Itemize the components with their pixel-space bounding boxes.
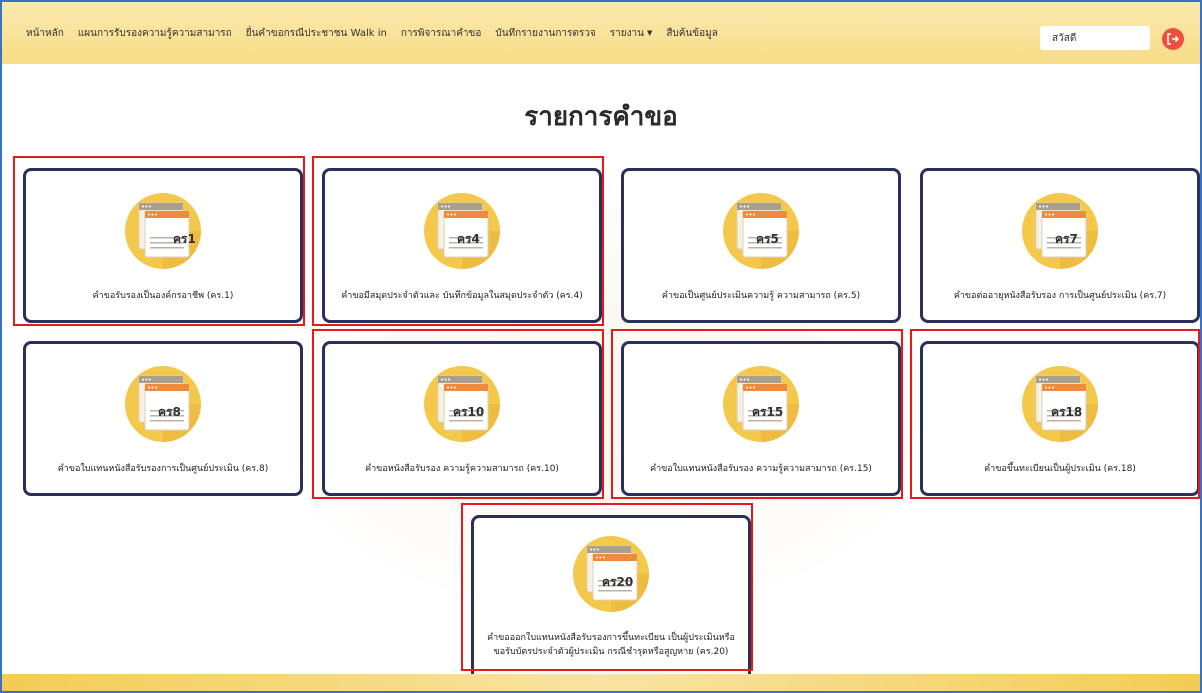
request-card-kr10[interactable]: คร10 คำขอหนังสือรับรอง ความรู้ความสามารถ… bbox=[322, 341, 602, 496]
nav-home[interactable]: หน้าหลัก bbox=[26, 26, 64, 41]
request-card-kr5[interactable]: คร5 คำขอเป็นศูนย์ประเมินความรู้ ความสามา… bbox=[621, 168, 901, 323]
nav-search-data[interactable]: สืบค้นข้อมูล bbox=[666, 26, 718, 41]
card-label: คำขอออกใบแทนหนังสือรับรองการขึ้นทะเบียน … bbox=[487, 633, 735, 657]
card-label: คำขอใบแทนหนังสือรับรองการเป็นศูนย์ประเมิ… bbox=[57, 464, 269, 474]
card-code: คร5 bbox=[756, 232, 779, 246]
request-card-kr20[interactable]: คร20 คำขอออกใบแทนหนังสือรับรองการขึ้นทะเ… bbox=[471, 515, 751, 683]
app-frame: หน้าหลัก แผนการรับรองความรู้ความสามารถ ย… bbox=[0, 0, 1202, 693]
card-code: คร10 bbox=[453, 405, 485, 419]
card-label: คำขอต่ออายุหนังสือรับรอง การเป็นศูนย์ประ… bbox=[953, 291, 1167, 301]
request-card-kr8[interactable]: คร8 คำขอใบแทนหนังสือรับรองการเป็นศูนย์ปร… bbox=[23, 341, 303, 496]
request-card-kr1[interactable]: คร1 คำขอรับรองเป็นองค์กรอาชีพ (คร.1) bbox=[23, 168, 303, 323]
card-label: คำขอหนังสือรับรอง ความรู้ความสามารถ (คร.… bbox=[365, 464, 559, 474]
card-code: คร18 bbox=[1051, 405, 1083, 419]
request-card-kr7[interactable]: คร7 คำขอต่ออายุหนังสือรับรอง การเป็นศูนย… bbox=[920, 168, 1200, 323]
card-label: คำขอเป็นศูนย์ประเมินความรู้ ความสามารถ (… bbox=[661, 291, 861, 301]
card-code: คร4 bbox=[457, 232, 480, 246]
request-card-kr15[interactable]: คร15 คำขอใบแทนหนังสือรับรอง ความรู้ความส… bbox=[621, 341, 901, 496]
nav-reports-dropdown[interactable]: รายงาน ▼ bbox=[610, 26, 653, 41]
footer-bar bbox=[2, 674, 1200, 691]
card-label: คำขอใบแทนหนังสือรับรอง ความรู้ความสามารถ… bbox=[650, 464, 872, 474]
main-content: รายการคำขอ คร1 คำขอรับรองเป็นองค์กรอาชีพ… bbox=[2, 64, 1200, 683]
card-code: คร1 bbox=[173, 232, 196, 246]
user-greeting[interactable]: สวัสดี bbox=[1040, 26, 1150, 50]
top-navbar: หน้าหลัก แผนการรับรองความรู้ความสามารถ ย… bbox=[2, 2, 1200, 64]
nav-inspection-report[interactable]: บันทึกรายงานการตรวจ bbox=[495, 26, 595, 41]
card-label: คำขอมีสมุดประจำตัวและ บันทึกข้อมูลในสมุด… bbox=[341, 291, 583, 301]
nav-certification-plan[interactable]: แผนการรับรองความรู้ความสามารถ bbox=[78, 26, 232, 41]
card-label: คำขอรับรองเป็นองค์กรอาชีพ (คร.1) bbox=[92, 291, 234, 301]
card-code: คร7 bbox=[1055, 232, 1078, 246]
page-title: รายการคำขอ bbox=[524, 102, 678, 132]
nav-request-review[interactable]: การพิจารณาคำขอ bbox=[401, 26, 482, 41]
nav-walk-in-request[interactable]: ยื่นคำขอกรณีประชาชน Walk in bbox=[246, 26, 387, 41]
card-label: คำขอขึ้นทะเบียนเป็นผู้ประเมิน (คร.18) bbox=[984, 464, 1136, 474]
chevron-down-icon: ▼ bbox=[646, 29, 653, 37]
logout-icon bbox=[1167, 33, 1180, 45]
card-code: คร15 bbox=[752, 405, 784, 419]
nav-reports-label: รายงาน bbox=[609, 27, 644, 39]
logout-button[interactable] bbox=[1162, 28, 1184, 50]
request-card-kr4[interactable]: คร4 คำขอมีสมุดประจำตัวและ บันทึกข้อมูลใน… bbox=[322, 168, 602, 323]
greeting-text: สวัสดี bbox=[1052, 32, 1077, 44]
request-card-kr18[interactable]: คร18 คำขอขึ้นทะเบียนเป็นผู้ประเมิน (คร.1… bbox=[920, 341, 1200, 496]
card-code: คร20 bbox=[602, 575, 634, 589]
card-code: คร8 bbox=[158, 405, 181, 419]
